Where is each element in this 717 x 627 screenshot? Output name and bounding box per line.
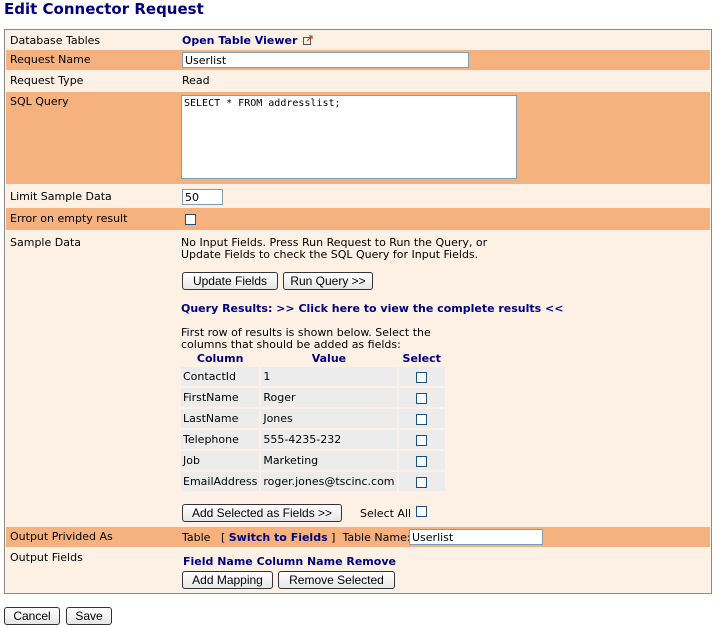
request-type-value: Read (182, 74, 210, 87)
switch-bracket-close: ] (331, 531, 336, 544)
table-row: EmailAddress roger.jones@tscinc.com (181, 472, 445, 491)
output-fields-label: Output Fields (10, 551, 83, 564)
results-header-row: Column Value Select (181, 351, 445, 365)
results-table: Column Value Select ContactId 1 FirstNam… (179, 349, 447, 493)
header-remove: Remove (346, 555, 396, 568)
error-empty-label: Error on empty result (10, 212, 128, 225)
row-select-checkbox[interactable] (416, 476, 428, 488)
output-type-text: Table (182, 531, 211, 544)
open-table-viewer-container: Open Table Viewer (182, 34, 313, 47)
row-database-tables: Database Tables Open Table Viewer (6, 31, 710, 49)
save-button[interactable]: Save (66, 607, 112, 625)
row-select-cell (398, 430, 445, 449)
sample-data-label: Sample Data (10, 236, 82, 249)
table-row: Telephone 555-4235-232 (181, 430, 445, 449)
col-header-value: Value (311, 351, 347, 365)
switch-bracket-open: [ (220, 531, 226, 544)
row-column-name: EmailAddress (181, 472, 260, 491)
row-select-checkbox[interactable] (416, 455, 428, 467)
sample-data-info: No Input Fields. Press Run Request to Ru… (181, 237, 487, 261)
external-link-icon[interactable] (302, 35, 313, 45)
limit-sample-input[interactable] (182, 189, 223, 205)
add-selected-as-fields-button[interactable]: Add Selected as Fields >> (182, 504, 342, 522)
row-request-name: Request Name (6, 50, 710, 70)
remove-selected-button[interactable]: Remove Selected (278, 571, 395, 589)
request-name-input[interactable] (182, 52, 469, 68)
row-value: 1 (261, 367, 397, 386)
row-value: Roger (261, 388, 397, 407)
row-select-cell (398, 472, 445, 491)
view-complete-results-link[interactable]: >> Click here to view the complete resul… (276, 302, 563, 315)
page-title: Edit Connector Request (4, 0, 204, 18)
query-results-label: Query Results: (181, 302, 273, 315)
row-value: 555-4235-232 (261, 430, 397, 449)
row-request-type: Request Type Read (6, 71, 710, 91)
header-column-name: Column Name (256, 555, 343, 568)
request-name-label: Request Name (10, 53, 91, 66)
col-header-column: Column (196, 351, 244, 365)
sql-query-textarea[interactable]: SELECT * FROM addresslist; (181, 95, 517, 179)
limit-sample-label: Limit Sample Data (10, 190, 112, 203)
table-row: LastName Jones (181, 409, 445, 428)
row-sql-query: SQL Query SELECT * FROM addresslist; (6, 92, 710, 184)
query-results-line: Query Results: >> Click here to view the… (181, 303, 563, 315)
row-column-name: ContactId (181, 367, 260, 386)
row-value: Marketing (261, 451, 397, 470)
row-select-cell (398, 409, 445, 428)
sample-info-line-2: Update Fields to check the SQL Query for… (181, 248, 479, 261)
row-column-name: FirstName (181, 388, 260, 407)
sql-query-label: SQL Query (10, 95, 69, 108)
row-select-checkbox[interactable] (416, 434, 428, 446)
table-row: ContactId 1 (181, 367, 445, 386)
update-fields-button[interactable]: Update Fields (182, 272, 278, 290)
open-table-viewer-link[interactable]: Open Table Viewer (182, 34, 297, 47)
row-value: Jones (261, 409, 397, 428)
row-select-cell (398, 388, 445, 407)
add-mapping-button[interactable]: Add Mapping (182, 571, 273, 589)
table-name-input[interactable] (409, 529, 543, 545)
row-select-cell (398, 451, 445, 470)
select-all-label: Select All (360, 507, 412, 520)
row-select-cell (398, 367, 445, 386)
row-limit-sample: Limit Sample Data (6, 185, 710, 207)
output-provided-label: Output Privided As (10, 530, 113, 543)
header-field-name: Field Name (183, 555, 253, 568)
col-header-select: Select (402, 351, 441, 365)
row-select-checkbox[interactable] (416, 392, 428, 404)
row-column-name: LastName (181, 409, 260, 428)
table-row: Job Marketing (181, 451, 445, 470)
switch-to-fields-link[interactable]: Switch to Fields (229, 531, 328, 544)
row-column-name: Telephone (181, 430, 260, 449)
row-select-checkbox[interactable] (416, 413, 428, 425)
cancel-button[interactable]: Cancel (4, 607, 60, 625)
row-select-checkbox[interactable] (416, 371, 428, 383)
row-value: roger.jones@tscinc.com (261, 472, 397, 491)
output-provided-controls: Table [ Switch to Fields ] Table Name: (182, 531, 411, 544)
table-row: FirstName Roger (181, 388, 445, 407)
select-all-checkbox[interactable] (416, 506, 427, 517)
output-fields-headers: Field Name Column Name Remove (183, 556, 396, 568)
request-type-label: Request Type (10, 74, 84, 87)
row-output-provided: Output Privided As Table [ Switch to Fie… (6, 527, 710, 547)
database-tables-label: Database Tables (10, 34, 101, 47)
table-name-label: Table Name: (342, 531, 411, 544)
run-query-button[interactable]: Run Query >> (283, 272, 373, 290)
first-row-info: First row of results is shown below. Sel… (181, 327, 431, 351)
connector-form: Database Tables Open Table Viewer Reques… (4, 29, 712, 594)
row-error-empty: Error on empty result (6, 208, 710, 230)
error-empty-checkbox[interactable] (185, 214, 196, 225)
row-sample-data: Sample Data No Input Fields. Press Run R… (6, 231, 710, 526)
row-column-name: Job (181, 451, 260, 470)
row-output-fields: Output Fields Field Name Column Name Rem… (6, 548, 710, 592)
